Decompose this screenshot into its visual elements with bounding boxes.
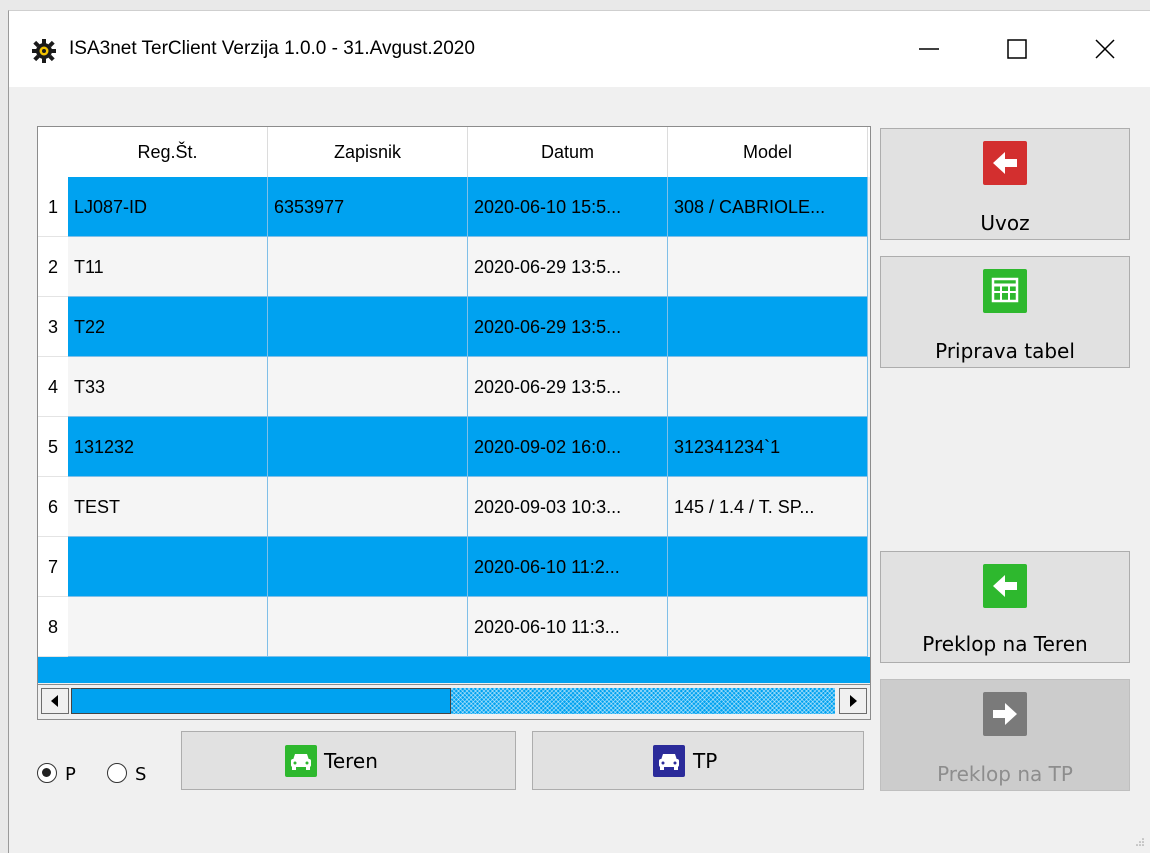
table-row[interactable]: 6 TEST 2020-09-03 10:3... 145 / 1.4 / T. SP… — [38, 477, 870, 537]
minimize-icon — [919, 48, 939, 50]
cell-zapisnik[interactable]: 6353977 — [268, 177, 468, 237]
cell-reg[interactable]: T22 — [68, 297, 268, 357]
cell-datum[interactable]: 2020-06-29 13:5... — [468, 297, 668, 357]
table-row[interactable]: 3 T22 2020-06-29 13:5... — [38, 297, 870, 357]
table-row[interactable]: 8 2020-06-10 11:3... — [38, 597, 870, 657]
maximize-button[interactable] — [977, 27, 1057, 71]
arrow-right-icon — [983, 692, 1027, 736]
app-window: ISA3net TerClient Verzija 1.0.0 - 31.Avg… — [8, 10, 1150, 853]
cell-datum[interactable]: 2020-06-10 11:2... — [468, 537, 668, 597]
cell-model[interactable]: 308 / CABRIOLE... — [668, 177, 868, 237]
column-header-zapisnik[interactable]: Zapisnik — [268, 127, 468, 177]
cell-datum[interactable]: 2020-09-02 16:0... — [468, 417, 668, 477]
cell-reg[interactable]: LJ087-ID — [68, 177, 268, 237]
arrow-left-icon — [983, 141, 1027, 185]
arrow-left-icon — [51, 695, 58, 707]
car-icon — [285, 745, 317, 777]
teren-label: Teren — [324, 749, 378, 773]
cell-reg[interactable]: 131232 — [68, 417, 268, 477]
table-row[interactable]: 7 2020-06-10 11:2... — [38, 537, 870, 597]
uvoz-button[interactable]: Uvoz — [880, 128, 1130, 240]
cell-model[interactable] — [668, 237, 868, 297]
resize-grip-icon[interactable] — [1135, 837, 1145, 847]
row-number[interactable]: 2 — [38, 237, 68, 297]
close-button[interactable] — [1065, 27, 1145, 71]
cell-datum[interactable]: 2020-06-10 11:3... — [468, 597, 668, 657]
cell-zapisnik[interactable] — [268, 237, 468, 297]
title-bar: ISA3net TerClient Verzija 1.0.0 - 31.Avg… — [9, 11, 1150, 87]
preklop-na-tp-label: Preklop na TP — [937, 762, 1073, 786]
cell-reg[interactable]: T11 — [68, 237, 268, 297]
cell-datum[interactable]: 2020-09-03 10:3... — [468, 477, 668, 537]
radio-s-label: S — [135, 764, 147, 785]
cell-zapisnik[interactable] — [268, 597, 468, 657]
cell-datum[interactable]: 2020-06-10 15:5... — [468, 177, 668, 237]
cell-model[interactable]: 145 / 1.4 / T. SP... — [668, 477, 868, 537]
close-icon — [1095, 39, 1115, 59]
cell-model[interactable]: 312341234`1 — [668, 417, 868, 477]
column-header-reg[interactable]: Reg.Št. — [68, 127, 268, 177]
preklop-na-tp-button[interactable]: Preklop na TP — [880, 679, 1130, 791]
grid-header: Reg.Št. Zapisnik Datum Model — [38, 127, 870, 177]
cell-reg[interactable] — [68, 537, 268, 597]
table-row[interactable]: 5 131232 2020-09-02 16:0... 312341234`1 — [38, 417, 870, 477]
header-corner — [38, 127, 68, 177]
gear-app-icon — [32, 39, 56, 63]
cell-datum[interactable]: 2020-06-29 13:5... — [468, 357, 668, 417]
arrow-left-icon — [983, 564, 1027, 608]
uvoz-label: Uvoz — [980, 211, 1030, 235]
scroll-right-button[interactable] — [839, 688, 867, 714]
row-number[interactable]: 5 — [38, 417, 68, 477]
priprava-tabel-button[interactable]: Priprava tabel — [880, 256, 1130, 368]
cell-model[interactable] — [668, 297, 868, 357]
radio-s-circle[interactable] — [107, 763, 127, 783]
table-row[interactable]: 1 LJ087-ID 6353977 2020-06-10 15:5... 308 / … — [38, 177, 870, 237]
minimize-button[interactable] — [889, 27, 969, 71]
cell-zapisnik[interactable] — [268, 537, 468, 597]
cell-model[interactable] — [668, 357, 868, 417]
arrow-right-icon — [850, 695, 857, 707]
cell-reg[interactable]: TEST — [68, 477, 268, 537]
scroll-track[interactable] — [451, 688, 835, 714]
preklop-na-teren-label: Preklop na Teren — [922, 632, 1088, 656]
scroll-left-button[interactable] — [41, 688, 69, 714]
tp-button[interactable]: TP — [532, 731, 864, 790]
cell-zapisnik[interactable] — [268, 297, 468, 357]
cell-zapisnik[interactable] — [268, 477, 468, 537]
table-row[interactable]: 4 T33 2020-06-29 13:5... — [38, 357, 870, 417]
window-title: ISA3net TerClient Verzija 1.0.0 - 31.Avg… — [69, 38, 475, 59]
column-header-datum[interactable]: Datum — [468, 127, 668, 177]
maximize-icon — [1007, 39, 1027, 59]
radio-p-label: P — [65, 764, 76, 785]
cell-zapisnik[interactable] — [268, 417, 468, 477]
cell-model[interactable] — [668, 537, 868, 597]
cell-reg[interactable]: T33 — [68, 357, 268, 417]
horizontal-scrollbar[interactable] — [38, 684, 870, 715]
tp-label: TP — [693, 749, 718, 773]
row-number[interactable]: 3 — [38, 297, 68, 357]
radio-p-circle[interactable] — [37, 763, 57, 783]
column-header-model[interactable]: Model — [668, 127, 868, 177]
priprava-tabel-label: Priprava tabel — [935, 339, 1075, 363]
row-number[interactable]: 8 — [38, 597, 68, 657]
table-icon — [983, 269, 1027, 313]
teren-button[interactable]: Teren — [181, 731, 516, 790]
row-number[interactable]: 7 — [38, 537, 68, 597]
row-number[interactable]: 4 — [38, 357, 68, 417]
scroll-thumb[interactable] — [71, 688, 451, 714]
grid-selected-filler — [38, 657, 870, 683]
cell-reg[interactable] — [68, 597, 268, 657]
preklop-na-teren-button[interactable]: Preklop na Teren — [880, 551, 1130, 663]
table-row[interactable]: 2 T11 2020-06-29 13:5... — [38, 237, 870, 297]
data-grid[interactable]: Reg.Št. Zapisnik Datum Model 1 LJ087-ID 63… — [37, 126, 871, 720]
car-icon — [653, 745, 685, 777]
cell-zapisnik[interactable] — [268, 357, 468, 417]
row-number[interactable]: 6 — [38, 477, 68, 537]
cell-model[interactable] — [668, 597, 868, 657]
row-number[interactable]: 1 — [38, 177, 68, 237]
cell-datum[interactable]: 2020-06-29 13:5... — [468, 237, 668, 297]
